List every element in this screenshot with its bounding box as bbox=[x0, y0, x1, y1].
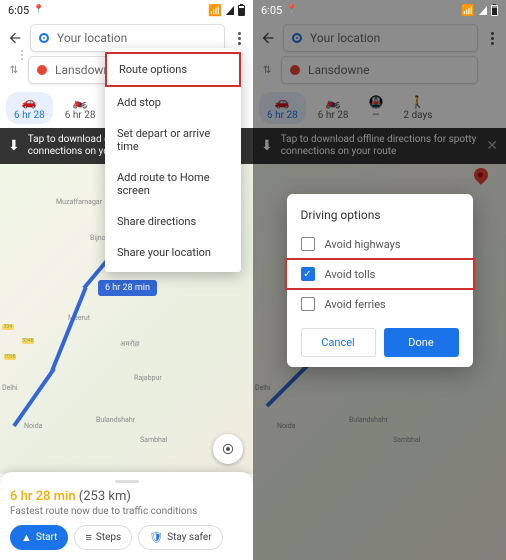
status-loc-icon: 📍 bbox=[286, 5, 297, 15]
checkbox-icon[interactable] bbox=[301, 297, 315, 311]
option-label: Avoid highways bbox=[325, 238, 401, 251]
my-location-button[interactable] bbox=[213, 434, 243, 464]
done-button[interactable]: Done bbox=[384, 328, 459, 357]
road-shield: 709B bbox=[4, 354, 16, 360]
signal-icon bbox=[226, 6, 234, 15]
sheet-handle[interactable] bbox=[115, 480, 139, 483]
menu-add-home[interactable]: Add route to Home screen bbox=[105, 162, 241, 206]
mode-car-time: 6 hr 28 bbox=[14, 110, 45, 121]
safer-label: Stay safer bbox=[167, 532, 211, 543]
overflow-button[interactable] bbox=[231, 32, 247, 45]
from-text: Your location bbox=[57, 31, 127, 45]
route-badge: 6 hr 28 min bbox=[98, 280, 157, 296]
place-label: Bulandshahr bbox=[96, 416, 135, 424]
status-time: 6:05 bbox=[261, 4, 282, 17]
steps-label: Steps bbox=[96, 532, 121, 543]
start-label: Start bbox=[36, 532, 58, 543]
route-subtitle: Fastest route now due to traffic conditi… bbox=[10, 506, 243, 517]
place-label: अमरोहा bbox=[120, 340, 140, 349]
nav-icon: ▲ bbox=[21, 531, 32, 544]
wifi-icon: 📶 bbox=[461, 4, 475, 17]
status-loc-icon: 📍 bbox=[33, 5, 44, 15]
menu-share-directions[interactable]: Share directions bbox=[105, 206, 241, 237]
car-icon: 🚗 bbox=[22, 95, 37, 109]
battery-icon bbox=[238, 5, 245, 16]
option-avoid-highways[interactable]: Avoid highways bbox=[287, 230, 473, 258]
download-icon: ⬇ bbox=[8, 138, 20, 154]
cancel-button[interactable]: Cancel bbox=[301, 328, 376, 357]
option-label: Avoid tolls bbox=[325, 268, 376, 281]
route-time: 6 hr 28 min bbox=[10, 489, 76, 504]
steps-icon: ≡ bbox=[85, 531, 91, 544]
place-label: Noida bbox=[24, 422, 42, 430]
bottom-sheet[interactable]: 6 hr 28 min (253 km) Fastest route now d… bbox=[0, 472, 253, 560]
origin-dot-icon bbox=[39, 33, 49, 43]
place-label: Muzaffarnagar bbox=[56, 198, 102, 206]
mode-car[interactable]: 🚗 6 hr 28 bbox=[6, 92, 53, 124]
menu-set-depart[interactable]: Set depart or arrive time bbox=[105, 118, 241, 162]
battery-icon bbox=[491, 5, 498, 16]
dialog-title: Driving options bbox=[287, 208, 473, 230]
driving-options-dialog: Driving options Avoid highways ✓ Avoid t… bbox=[287, 194, 473, 367]
menu-share-location[interactable]: Share your location bbox=[105, 237, 241, 268]
place-label: Rajabpur bbox=[134, 374, 162, 382]
mode-bike-time: 6 hr 28 bbox=[65, 110, 96, 121]
option-label: Avoid ferries bbox=[325, 298, 386, 311]
shield-icon: 🛡 bbox=[149, 531, 163, 544]
checkbox-checked-icon[interactable]: ✓ bbox=[301, 267, 315, 281]
checkbox-icon[interactable] bbox=[301, 237, 315, 251]
status-time: 6:05 bbox=[8, 4, 29, 17]
road-shield: 334 bbox=[2, 324, 14, 330]
menu-add-stop[interactable]: Add stop bbox=[105, 87, 241, 118]
place-label: Sambhal bbox=[140, 436, 167, 444]
steps-button[interactable]: ≡ Steps bbox=[74, 525, 132, 550]
place-label: Delhi bbox=[2, 384, 18, 392]
signal-icon bbox=[479, 6, 487, 15]
option-avoid-ferries[interactable]: Avoid ferries bbox=[287, 290, 473, 318]
wifi-icon: 📶 bbox=[208, 4, 222, 17]
bike-icon: 🏍️ bbox=[73, 95, 88, 109]
menu-route-options[interactable]: Route options bbox=[105, 52, 241, 87]
swap-button[interactable]: ⇅ bbox=[6, 65, 22, 76]
mode-bike[interactable]: 🏍️ 6 hr 28 bbox=[57, 92, 104, 124]
start-button[interactable]: ▲ Start bbox=[10, 525, 68, 550]
back-button[interactable] bbox=[6, 29, 24, 47]
destination-dot-icon bbox=[37, 65, 47, 75]
road-shield: 334B bbox=[22, 338, 34, 344]
option-avoid-tolls[interactable]: ✓ Avoid tolls bbox=[285, 258, 475, 290]
stay-safer-button[interactable]: 🛡 Stay safer bbox=[138, 525, 222, 550]
overflow-menu: Route options Add stop Set depart or arr… bbox=[105, 48, 241, 272]
route-distance: (253 km) bbox=[79, 489, 131, 504]
